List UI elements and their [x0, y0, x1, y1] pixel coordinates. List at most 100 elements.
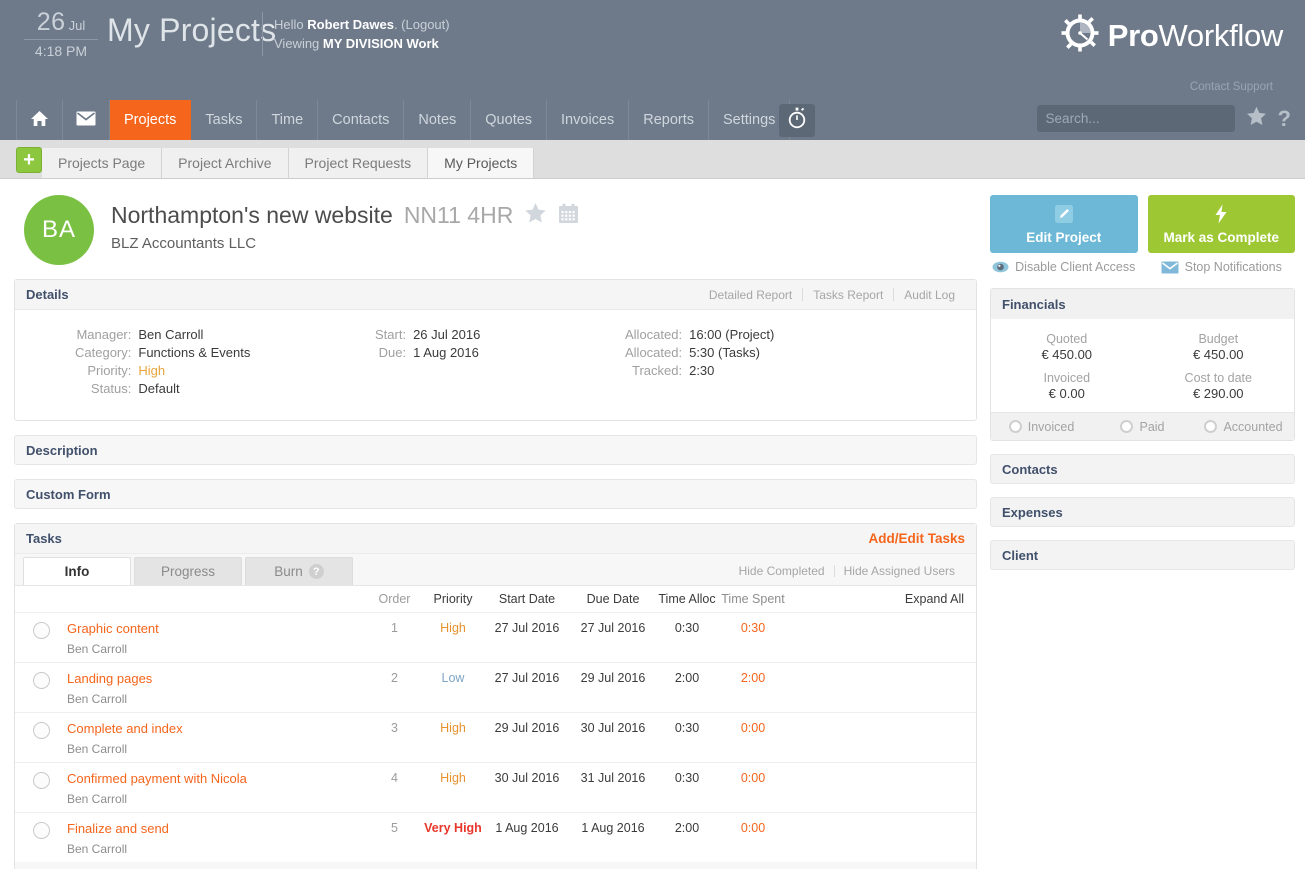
- logout-link[interactable]: . (Logout): [394, 17, 450, 32]
- category-value: Functions & Events: [138, 344, 250, 362]
- audit-log-link[interactable]: Audit Log: [894, 288, 965, 302]
- nav-mail[interactable]: [63, 100, 110, 140]
- tab-info[interactable]: Info: [23, 557, 131, 585]
- subtab-project-archive[interactable]: Project Archive: [162, 148, 288, 178]
- nav-invoices[interactable]: Invoices: [547, 100, 629, 140]
- task-name-link[interactable]: Complete and index: [67, 721, 367, 736]
- add-edit-tasks-link[interactable]: Add/Edit Tasks: [868, 531, 965, 546]
- due-label: Due:: [375, 344, 406, 362]
- flag-accounted[interactable]: Accounted: [1193, 420, 1294, 434]
- add-new-button[interactable]: +: [16, 147, 42, 173]
- user-name: Robert Dawes: [307, 17, 394, 32]
- table-row[interactable]: Landing pages Ben Carroll 2 Low 27 Jul 2…: [15, 662, 976, 712]
- task-time-spent[interactable]: 0:00: [718, 821, 788, 835]
- tasks-report-link[interactable]: Tasks Report: [803, 288, 893, 302]
- task-complete-checkbox[interactable]: [33, 622, 50, 639]
- subtab-project-requests[interactable]: Project Requests: [289, 148, 429, 178]
- status-label: Status:: [75, 380, 131, 398]
- tab-info-label: Info: [65, 564, 90, 579]
- nav-reports[interactable]: Reports: [629, 100, 709, 140]
- flag-paid[interactable]: Paid: [1092, 420, 1193, 434]
- nav-contacts[interactable]: Contacts: [318, 100, 404, 140]
- th-priority: Priority: [422, 592, 484, 606]
- nav-notes[interactable]: Notes: [404, 100, 471, 140]
- priority-label: Priority:: [75, 362, 131, 380]
- radio-icon[interactable]: [1009, 420, 1022, 433]
- task-name-link[interactable]: Confirmed payment with Nicola: [67, 771, 367, 786]
- task-name-cell: Confirmed payment with Nicola Ben Carrol…: [67, 771, 367, 806]
- project-client: BLZ Accountants LLC: [111, 235, 579, 252]
- envelope-icon: [1161, 261, 1179, 274]
- task-order: 2: [367, 671, 422, 685]
- hide-completed-link[interactable]: Hide Completed: [730, 564, 834, 578]
- detailed-report-link[interactable]: Detailed Report: [699, 288, 802, 302]
- expand-all-link[interactable]: Expand All: [788, 592, 976, 606]
- stop-notifications-button[interactable]: Stop Notifications: [1148, 260, 1296, 274]
- task-time-spent[interactable]: 0:30: [718, 621, 788, 635]
- edit-project-button[interactable]: Edit Project: [990, 195, 1138, 253]
- nav-timer-button[interactable]: [779, 104, 815, 137]
- task-start-date: 29 Jul 2016: [484, 721, 570, 735]
- radio-icon[interactable]: [1120, 420, 1133, 433]
- search-input[interactable]: [1037, 105, 1235, 132]
- subtab-my-projects[interactable]: My Projects: [428, 148, 534, 178]
- task-complete-checkbox[interactable]: [33, 722, 50, 739]
- task-name-cell: Graphic content Ben Carroll: [67, 621, 367, 656]
- task-assignee: Ben Carroll: [67, 642, 367, 656]
- nav-quotes[interactable]: Quotes: [471, 100, 547, 140]
- nav-time[interactable]: Time: [257, 100, 318, 140]
- question-mark-icon[interactable]: ?: [309, 564, 324, 579]
- task-name-cell: Landing pages Ben Carroll: [67, 671, 367, 706]
- page-body: BA Northampton's new website NN11 4HR: [0, 179, 1305, 869]
- client-panel[interactable]: Client: [990, 540, 1295, 570]
- contact-support-link[interactable]: Contact Support: [1190, 81, 1273, 93]
- table-row[interactable]: Graphic content Ben Carroll 1 High 27 Ju…: [15, 612, 976, 662]
- tab-progress[interactable]: Progress: [134, 557, 242, 585]
- greeting-prefix: Hello: [274, 17, 304, 32]
- contacts-panel[interactable]: Contacts: [990, 454, 1295, 484]
- help-icon[interactable]: ?: [1278, 108, 1291, 130]
- disable-client-access-button[interactable]: Disable Client Access: [990, 260, 1138, 274]
- tasks-panel: Tasks Add/Edit Tasks Info Progress Burn …: [14, 523, 977, 869]
- tab-burn[interactable]: Burn ?: [245, 557, 353, 585]
- allocated-project-label: Allocated:: [625, 326, 682, 344]
- expenses-panel[interactable]: Expenses: [990, 497, 1295, 527]
- task-name-link[interactable]: Graphic content: [67, 621, 367, 636]
- task-name-link[interactable]: Finalize and send: [67, 821, 367, 836]
- details-body: Manager: Category: Priority: Status: Ben…: [15, 310, 976, 420]
- table-row[interactable]: Complete and index Ben Carroll 3 High 29…: [15, 712, 976, 762]
- description-panel[interactable]: Description: [14, 435, 977, 465]
- task-time-spent[interactable]: 0:00: [718, 771, 788, 785]
- mail-icon: [76, 111, 96, 130]
- nav-projects[interactable]: Projects: [110, 100, 191, 140]
- mark-complete-button[interactable]: Mark as Complete: [1148, 195, 1296, 253]
- details-values-1: Ben Carroll Functions & Events High Defa…: [138, 326, 250, 398]
- task-time-spent[interactable]: 2:00: [718, 671, 788, 685]
- flag-invoiced[interactable]: Invoiced: [991, 420, 1092, 434]
- task-complete-checkbox[interactable]: [33, 822, 50, 839]
- favorite-star-icon[interactable]: [524, 202, 547, 229]
- avatar: BA: [24, 195, 94, 265]
- task-name-link[interactable]: Landing pages: [67, 671, 367, 686]
- hide-assigned-users-link[interactable]: Hide Assigned Users: [835, 564, 964, 578]
- task-complete-checkbox[interactable]: [33, 672, 50, 689]
- subtab-projects-page[interactable]: Projects Page: [42, 148, 162, 178]
- radio-icon[interactable]: [1204, 420, 1217, 433]
- date-day: 26: [37, 8, 66, 36]
- status-value: Default: [138, 380, 250, 398]
- task-complete-checkbox[interactable]: [33, 772, 50, 789]
- table-row[interactable]: Finalize and send Ben Carroll 5 Very Hig…: [15, 812, 976, 862]
- cost-to-date-value: € 290.00: [1143, 386, 1295, 401]
- table-row[interactable]: Confirmed payment with Nicola Ben Carrol…: [15, 762, 976, 812]
- custom-form-panel[interactable]: Custom Form: [14, 479, 977, 509]
- nav-home[interactable]: [16, 100, 63, 140]
- nav-tasks[interactable]: Tasks: [191, 100, 257, 140]
- task-start-date: 27 Jul 2016: [484, 671, 570, 685]
- task-time-spent[interactable]: 0:00: [718, 721, 788, 735]
- budget-label: Budget: [1143, 332, 1295, 346]
- financials-panel: Financials Quoted € 450.00 Invoiced € 0.…: [990, 288, 1295, 441]
- favorites-star-icon[interactable]: [1246, 106, 1267, 131]
- project-actions: Edit Project Mark as Complete: [990, 179, 1295, 253]
- calendar-icon[interactable]: [558, 203, 579, 229]
- start-value: 26 Jul 2016: [413, 326, 480, 344]
